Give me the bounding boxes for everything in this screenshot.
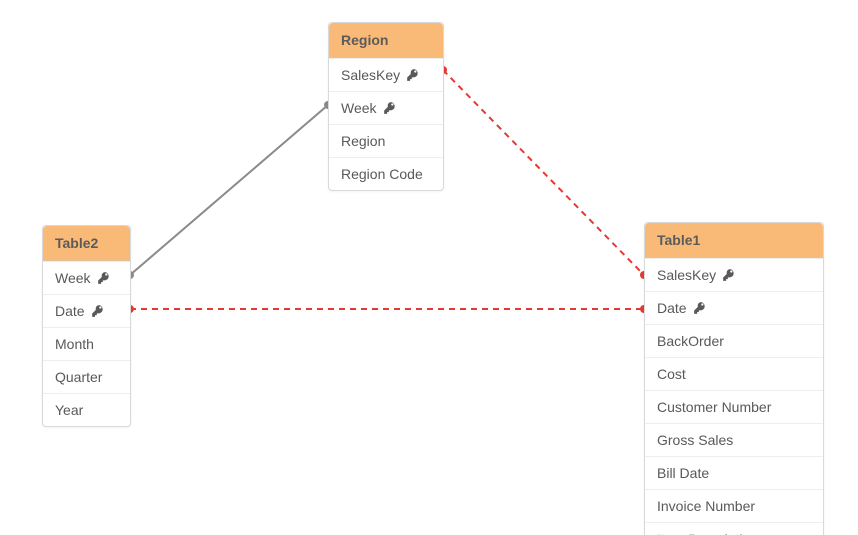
key-icon — [97, 271, 111, 285]
field-row[interactable]: Invoice Number — [645, 489, 823, 522]
key-icon — [693, 301, 707, 315]
field-name: SalesKey — [657, 267, 716, 283]
table-header[interactable]: Table1 — [645, 223, 823, 258]
key-icon — [383, 101, 397, 115]
field-name: Week — [55, 270, 91, 286]
field-row[interactable]: BackOrder — [645, 324, 823, 357]
field-row[interactable]: Item Description — [645, 522, 823, 535]
field-name: Cost — [657, 366, 686, 382]
data-model-canvas[interactable]: Region SalesKey Week Region Region Code … — [0, 0, 858, 535]
field-row[interactable]: Date — [43, 294, 130, 327]
table-table2[interactable]: Table2 Week Date Month Quarter Year — [42, 225, 131, 427]
table-title: Table2 — [55, 235, 98, 251]
field-row[interactable]: Customer Number — [645, 390, 823, 423]
field-name: Date — [55, 303, 85, 319]
field-name: Quarter — [55, 369, 102, 385]
field-row[interactable]: Bill Date — [645, 456, 823, 489]
field-row[interactable]: Date — [645, 291, 823, 324]
field-name: Customer Number — [657, 399, 771, 415]
field-name: Invoice Number — [657, 498, 755, 514]
key-icon — [406, 68, 420, 82]
field-name: Date — [657, 300, 687, 316]
field-name: Year — [55, 402, 83, 418]
field-name: Bill Date — [657, 465, 709, 481]
key-icon — [91, 304, 105, 318]
field-row[interactable]: SalesKey — [645, 258, 823, 291]
field-row[interactable]: Quarter — [43, 360, 130, 393]
field-row[interactable]: Month — [43, 327, 130, 360]
field-row[interactable]: Week — [329, 91, 443, 124]
field-name: Week — [341, 100, 377, 116]
field-row[interactable]: Cost — [645, 357, 823, 390]
table-header[interactable]: Table2 — [43, 226, 130, 261]
table-title: Table1 — [657, 232, 700, 248]
field-name: Item Description — [657, 531, 758, 535]
field-name: BackOrder — [657, 333, 724, 349]
table-header[interactable]: Region — [329, 23, 443, 58]
field-row[interactable]: SalesKey — [329, 58, 443, 91]
table-title: Region — [341, 32, 388, 48]
field-name: Gross Sales — [657, 432, 733, 448]
field-name: Region Code — [341, 166, 423, 182]
table-table1[interactable]: Table1 SalesKey Date BackOrder Cost Cust… — [644, 222, 824, 535]
field-row[interactable]: Year — [43, 393, 130, 426]
key-icon — [722, 268, 736, 282]
field-row[interactable]: Gross Sales — [645, 423, 823, 456]
field-row[interactable]: Week — [43, 261, 130, 294]
field-name: Region — [341, 133, 385, 149]
table-region[interactable]: Region SalesKey Week Region Region Code — [328, 22, 444, 191]
field-row[interactable]: Region Code — [329, 157, 443, 190]
field-name: SalesKey — [341, 67, 400, 83]
field-row[interactable]: Region — [329, 124, 443, 157]
field-name: Month — [55, 336, 94, 352]
